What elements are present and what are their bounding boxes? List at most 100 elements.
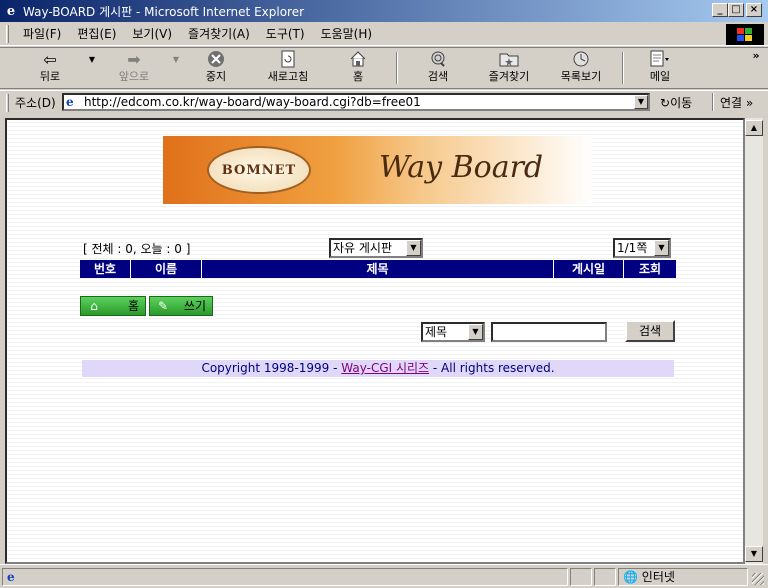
scroll-up-icon[interactable]: ▲	[745, 120, 763, 136]
menu-tools[interactable]: 도구(T)	[258, 25, 313, 42]
search-icon	[416, 48, 460, 70]
back-dropdown[interactable]: ▼	[84, 48, 100, 88]
status-pane-2	[594, 568, 616, 586]
board-select[interactable]: 자유 게시판 ▼	[329, 238, 423, 258]
address-url: http://edcom.co.kr/way-board/way-board.c…	[84, 95, 421, 109]
way-cgi-link[interactable]: Way-CGI 시리즈	[341, 361, 429, 375]
history-label: 목록보기	[560, 70, 602, 83]
home-button[interactable]: 홈	[338, 48, 378, 88]
forward-dropdown[interactable]: ▼	[168, 48, 184, 88]
address-grip	[6, 93, 9, 112]
refresh-button[interactable]: 새로고침	[256, 48, 320, 88]
banner: BOMNET Way Board	[163, 136, 593, 204]
history-icon	[550, 48, 612, 70]
vertical-scrollbar[interactable]: ▲ ▼	[745, 118, 763, 564]
status-text-pane: e	[2, 568, 568, 586]
go-button[interactable]: ↻이동	[660, 94, 692, 111]
menu-grip	[6, 24, 9, 43]
home-label: 홈	[352, 70, 364, 83]
status-bar: e 🌐 인터넷	[0, 564, 768, 588]
page-icon: e	[66, 95, 74, 109]
search-submit-button[interactable]: 검색	[625, 320, 675, 342]
scroll-down-icon[interactable]: ▼	[745, 546, 763, 562]
search-button[interactable]: 검색	[416, 48, 460, 88]
toolbar-more-label: »	[752, 49, 760, 62]
search-input[interactable]	[491, 322, 607, 342]
refresh-label: 새로고침	[267, 70, 309, 83]
column-number: 번호	[80, 260, 131, 278]
table-header: 번호 이름 제목 게시일 조회	[80, 260, 676, 278]
page-status-icon: e	[7, 570, 15, 584]
stop-label: 중지	[205, 70, 227, 83]
chevron-down-icon: ▼	[654, 240, 669, 256]
home-icon: ⌂	[90, 299, 98, 313]
copyright-prefix: Copyright 1998-1999 -	[201, 361, 342, 375]
chevron-down-icon: ▼	[406, 240, 421, 256]
stop-button[interactable]: 중지	[192, 48, 240, 88]
mail-label: 메일	[649, 70, 671, 83]
minimize-button[interactable]: _	[712, 3, 728, 17]
home-board-label: 홈	[127, 299, 139, 313]
post-stats: [ 전체 : 0, 오늘 : 0 ]	[83, 242, 191, 256]
home-icon	[338, 48, 378, 70]
chevron-down-icon: ▼	[468, 324, 483, 340]
menu-edit[interactable]: 편집(E)	[69, 25, 124, 42]
windows-logo-icon	[726, 24, 764, 45]
toolbar: ⇦ 뒤로 ▼ ➡ 앞으로 ▼ 중지 새로고침 홈 검색 즐겨찾기 목록보기 메일…	[0, 47, 768, 89]
toolbar-more-button[interactable]: »	[748, 48, 764, 88]
menu-file[interactable]: 파일(F)	[15, 25, 69, 42]
copyright-suffix: - All rights reserved.	[429, 361, 555, 375]
zone-label: 인터넷	[641, 570, 675, 584]
chevron-down-icon: ▼	[88, 54, 96, 64]
column-views: 조회	[638, 262, 662, 276]
forward-arrow-icon: ➡	[127, 49, 141, 69]
home-board-button[interactable]: ⌂ 홈	[80, 296, 146, 316]
toolbar-separator	[622, 52, 624, 84]
forward-button[interactable]: ➡ 앞으로	[108, 48, 160, 88]
mail-icon	[638, 48, 682, 70]
title-bar: e Way-BOARD 게시판 - Microsoft Internet Exp…	[0, 0, 768, 22]
board-select-value: 자유 게시판	[333, 241, 393, 255]
favorites-label: 즐겨찾기	[488, 70, 530, 83]
refresh-icon	[256, 48, 320, 70]
window-title: Way-BOARD 게시판 - Microsoft Internet Explo…	[23, 4, 305, 19]
close-button[interactable]: ×	[746, 3, 762, 17]
page-viewport: BOMNET Way Board [ 전체 : 0, 오늘 : 0 ] 자유 게…	[5, 118, 745, 564]
page-select[interactable]: 1/1쪽 ▼	[613, 238, 671, 258]
address-separator	[712, 93, 714, 111]
menu-bar: 파일(F) 편집(E) 보기(V) 즐겨찾기(A) 도구(T) 도움말(H)	[0, 22, 768, 46]
ie-logo-icon: e	[6, 3, 16, 19]
search-field-select[interactable]: 제목 ▼	[421, 322, 485, 342]
write-button[interactable]: ✎ 쓰기	[149, 296, 213, 316]
back-arrow-icon: ⇦	[43, 49, 57, 69]
links-button[interactable]: 연결 »	[720, 94, 753, 111]
banner-logo: BOMNET	[207, 146, 311, 194]
address-label: 주소(D)	[15, 96, 56, 110]
toolbar-separator	[396, 52, 398, 84]
mail-button[interactable]: 메일	[638, 48, 682, 88]
page-select-value: 1/1쪽	[617, 241, 648, 255]
pencil-icon: ✎	[157, 299, 169, 313]
search-label: 검색	[427, 70, 449, 83]
menu-favorites[interactable]: 즐겨찾기(A)	[180, 25, 258, 42]
menu-help[interactable]: 도움말(H)	[313, 25, 381, 42]
forward-label: 앞으로	[118, 70, 150, 83]
write-label: 쓰기	[183, 299, 206, 313]
menu-view[interactable]: 보기(V)	[124, 25, 180, 42]
zone-pane: 🌐 인터넷	[618, 568, 748, 586]
go-arrow-icon: ↻	[660, 96, 671, 110]
globe-icon: 🌐	[623, 570, 638, 584]
address-input[interactable]: e http://edcom.co.kr/way-board/way-board…	[62, 93, 650, 111]
column-date: 게시일	[554, 260, 624, 278]
maximize-button[interactable]: □	[728, 3, 744, 17]
history-button[interactable]: 목록보기	[550, 48, 612, 88]
status-pane-1	[570, 568, 592, 586]
address-dropdown-icon[interactable]: ▼	[634, 95, 648, 109]
stop-icon	[192, 48, 240, 70]
favorites-button[interactable]: 즐겨찾기	[478, 48, 540, 88]
back-button[interactable]: ⇦ 뒤로	[26, 48, 74, 88]
resize-grip[interactable]	[752, 573, 764, 585]
column-name: 이름	[131, 260, 202, 278]
copyright-footer: Copyright 1998-1999 - Way-CGI 시리즈 - All …	[82, 360, 674, 377]
banner-title: Way Board	[379, 150, 544, 185]
